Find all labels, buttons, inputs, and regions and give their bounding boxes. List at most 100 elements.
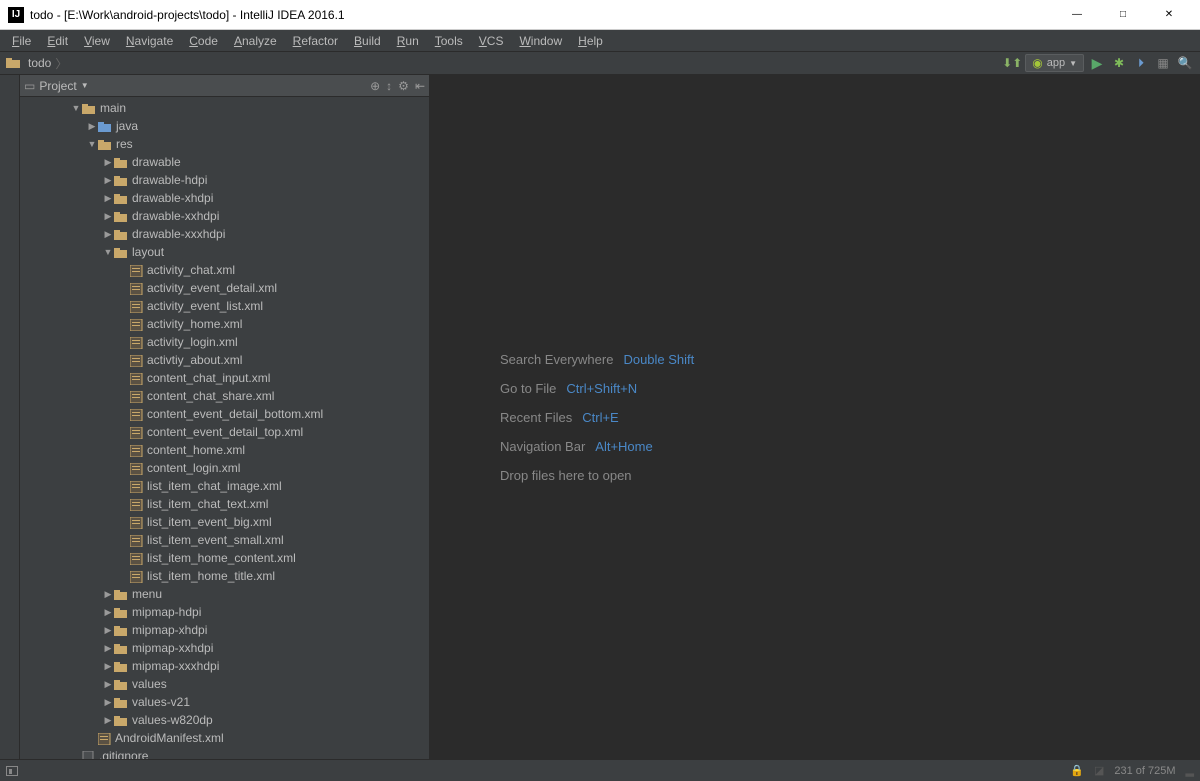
tree-node[interactable]: ▼main [20,99,429,117]
tree-node[interactable]: ▶drawable-xhdpi [20,189,429,207]
tree-node-label: activity_home.xml [147,317,242,331]
menu-code[interactable]: Code [181,32,226,50]
tree-node[interactable]: content_chat_share.xml [20,387,429,405]
tree-node[interactable]: activity_event_detail.xml [20,279,429,297]
menu-vcs[interactable]: VCS [471,32,512,50]
menu-run[interactable]: Run [389,32,427,50]
memory-indicator[interactable]: 231 of 725M [1114,765,1175,777]
tree-arrow-icon[interactable]: ▶ [102,607,114,618]
tree-node[interactable]: activity_login.xml [20,333,429,351]
tree-arrow-icon[interactable]: ▶ [102,211,114,222]
make-project-icon[interactable]: ⬇⬆ [1003,54,1021,72]
tree-node[interactable]: ▶values-v21 [20,693,429,711]
debug-button[interactable]: ✱ [1110,54,1128,72]
menu-bar: FileEditViewNavigateCodeAnalyzeRefactorB… [0,30,1200,52]
tree-node[interactable]: ▶ drawable-xxhdpi [20,207,429,225]
editor-empty-area[interactable]: Search EverywhereDouble ShiftGo to FileC… [430,75,1200,759]
tree-node[interactable]: ▶java [20,117,429,135]
tree-node[interactable]: content_home.xml [20,441,429,459]
hint-label: Search Everywhere [500,352,613,367]
tree-arrow-icon[interactable]: ▶ [102,589,114,600]
menu-view[interactable]: View [76,32,118,50]
close-button[interactable]: ✕ [1146,0,1192,30]
breadcrumb-item[interactable]: todo [28,56,51,70]
menu-file[interactable]: File [4,32,39,50]
tree-node[interactable]: ▶mipmap-xxhdpi [20,639,429,657]
tree-node[interactable]: ▶values-w820dp [20,711,429,729]
tree-arrow-icon[interactable]: ▼ [86,139,98,149]
tool-windows-icon[interactable] [6,766,18,776]
search-icon[interactable]: 🔍 [1176,54,1194,72]
tree-arrow-icon[interactable]: ▼ [70,103,82,113]
tree-node[interactable]: activity_chat.xml [20,261,429,279]
tree-node[interactable]: ▶drawable [20,153,429,171]
notifications-icon[interactable]: ▂ [1186,764,1194,777]
tree-arrow-icon[interactable]: ▶ [102,229,114,240]
chevron-down-icon[interactable]: ▼ [81,81,89,90]
tree-node[interactable]: content_event_detail_bottom.xml [20,405,429,423]
menu-tools[interactable]: Tools [427,32,471,50]
menu-build[interactable]: Build [346,32,389,50]
lock-icon[interactable]: 🔒 [1070,764,1084,777]
tree-arrow-icon[interactable]: ▶ [102,157,114,168]
run-config-selector[interactable]: ◉ app ▼ [1025,54,1084,72]
tree-node[interactable]: list_item_chat_image.xml [20,477,429,495]
project-structure-icon[interactable]: ▦ [1154,54,1172,72]
tree-arrow-icon[interactable]: ▼ [102,247,114,257]
tree-arrow-icon[interactable]: ▶ [102,193,114,204]
tree-node[interactable]: content_chat_input.xml [20,369,429,387]
menu-navigate[interactable]: Navigate [118,32,181,50]
tree-node[interactable]: content_login.xml [20,459,429,477]
tree-node[interactable]: ▶mipmap-xxxhdpi [20,657,429,675]
attach-debugger-icon[interactable]: ⏵ [1132,54,1150,72]
tree-node[interactable]: .gitignore [20,747,429,759]
tree-arrow-icon[interactable]: ▶ [102,625,114,636]
tree-node[interactable]: ▶drawable-hdpi [20,171,429,189]
scroll-target-icon[interactable]: ⊕ [370,79,380,93]
tree-node-icon [130,515,147,529]
gear-icon[interactable]: ⚙ [398,79,409,93]
tree-node-icon [98,731,115,745]
tree-arrow-icon[interactable]: ▶ [102,697,114,708]
tree-arrow-icon[interactable]: ▶ [102,679,114,690]
tree-node[interactable]: list_item_chat_text.xml [20,495,429,513]
maximize-button[interactable]: □ [1100,0,1146,30]
menu-analyze[interactable]: Analyze [226,32,285,50]
tree-node[interactable]: list_item_event_big.xml [20,513,429,531]
tree-arrow-icon[interactable]: ▶ [102,175,114,186]
menu-edit[interactable]: Edit [39,32,76,50]
tree-node[interactable]: activity_home.xml [20,315,429,333]
project-tree[interactable]: ▼main▶java▼res▶drawable▶drawable-hdpi▶dr… [20,97,429,759]
tree-node[interactable]: list_item_event_small.xml [20,531,429,549]
tree-node[interactable]: AndroidManifest.xml [20,729,429,747]
tree-node[interactable]: activtiy_about.xml [20,351,429,369]
left-tool-gutter[interactable] [0,75,20,759]
menu-refactor[interactable]: Refactor [285,32,346,50]
tree-arrow-icon[interactable]: ▶ [102,715,114,726]
tree-node-label: drawable-xxhdpi [132,209,219,223]
tree-node[interactable]: content_event_detail_top.xml [20,423,429,441]
inspector-icon[interactable]: ◪ [1094,764,1104,777]
minimize-button[interactable]: — [1054,0,1100,30]
tree-node-label: list_item_home_content.xml [147,551,296,565]
tree-node[interactable]: ▼layout [20,243,429,261]
tree-node[interactable]: list_item_home_content.xml [20,549,429,567]
tree-node-icon [130,371,147,385]
tree-node[interactable]: ▶drawable-xxxhdpi [20,225,429,243]
tree-arrow-icon[interactable]: ▶ [102,661,114,672]
hide-panel-icon[interactable]: ⇤ [415,79,425,93]
tree-node[interactable]: list_item_home_title.xml [20,567,429,585]
run-button[interactable]: ▶ [1088,54,1106,72]
tree-node[interactable]: ▶mipmap-xhdpi [20,621,429,639]
tree-node[interactable]: ▶mipmap-hdpi [20,603,429,621]
menu-window[interactable]: Window [511,32,570,50]
project-panel-title[interactable]: Project [39,79,76,93]
tree-node[interactable]: ▶menu [20,585,429,603]
tree-arrow-icon[interactable]: ▶ [102,643,114,654]
menu-help[interactable]: Help [570,32,611,50]
tree-arrow-icon[interactable]: ▶ [86,121,98,132]
tree-node[interactable]: ▶values [20,675,429,693]
tree-node[interactable]: activity_event_list.xml [20,297,429,315]
tree-node[interactable]: ▼res [20,135,429,153]
collapse-all-icon[interactable]: ↕ [386,79,392,93]
